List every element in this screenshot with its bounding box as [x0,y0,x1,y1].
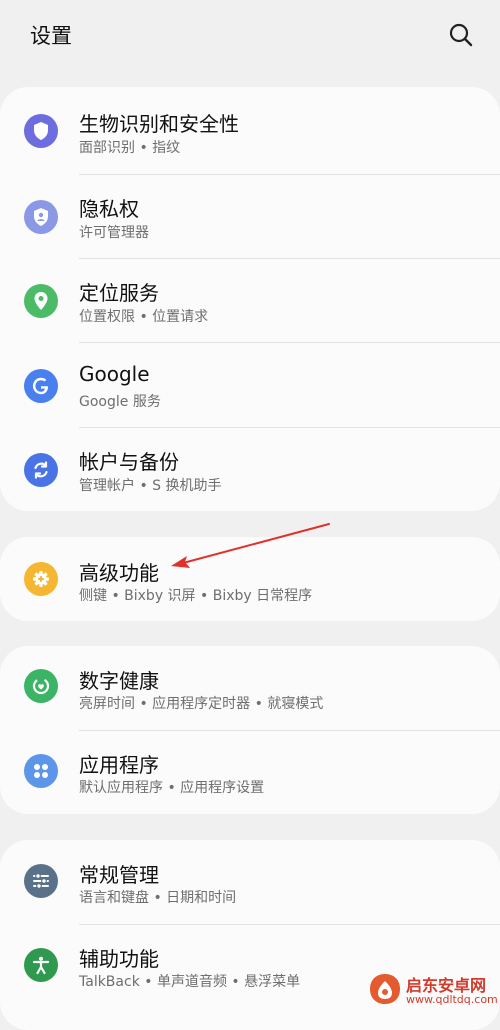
location-pin-icon [24,284,58,318]
item-subtitle: 侧键 • Bixby 识屏 • Bixby 日常程序 [79,588,313,604]
item-title: 常规管理 [79,863,159,887]
settings-item-biometrics-security[interactable]: 生物识别和安全性 面部识别 • 指纹 [0,87,500,171]
item-subtitle: 面部识别 • 指纹 [79,140,181,156]
item-subtitle: 位置权限 • 位置请求 [79,309,209,325]
settings-group-security: 生物识别和安全性 面部识别 • 指纹 隐私权 许可管理器 定位服务 位置权限 •… [0,87,500,511]
gear-plus-icon [24,562,58,596]
settings-item-location[interactable]: 定位服务 位置权限 • 位置请求 [0,258,500,342]
digital-wellbeing-icon [24,669,58,703]
settings-item-accessibility[interactable]: 辅助功能 TalkBack • 单声道音频 • 悬浮菜单 [0,924,500,1008]
settings-item-digital-wellbeing[interactable]: 数字健康 亮屏时间 • 应用程序定时器 • 就寝模式 [0,646,500,730]
item-subtitle: TalkBack • 单声道音频 • 悬浮菜单 [79,974,301,990]
settings-item-advanced-features[interactable]: 高级功能 侧键 • Bixby 识屏 • Bixby 日常程序 [0,537,500,621]
item-subtitle: 默认应用程序 • 应用程序设置 [79,780,265,796]
apps-grid-icon [24,754,58,788]
item-title: 辅助功能 [79,947,159,971]
item-title: 帐户与备份 [79,450,179,474]
item-title: 定位服务 [79,281,159,305]
settings-group-advanced: 高级功能 侧键 • Bixby 识屏 • Bixby 日常程序 [0,537,500,621]
item-title: 高级功能 [79,561,159,585]
settings-item-privacy[interactable]: 隐私权 许可管理器 [0,174,500,258]
search-button[interactable] [446,20,476,50]
sliders-icon [24,864,58,898]
privacy-shield-icon [24,200,58,234]
search-icon [449,23,473,47]
item-title: Google [79,362,150,386]
settings-item-accounts-backup[interactable]: 帐户与备份 管理帐户 • S 换机助手 [0,427,500,511]
shield-icon [24,114,58,148]
page-title: 设置 [30,24,72,48]
item-subtitle: 语言和键盘 • 日期和时间 [79,890,237,906]
accessibility-icon [24,948,58,982]
item-subtitle: Google 服务 [79,394,161,410]
settings-item-google[interactable]: Google Google 服务 [0,342,500,426]
item-title: 生物识别和安全性 [79,112,239,136]
item-subtitle: 亮屏时间 • 应用程序定时器 • 就寝模式 [79,696,324,712]
settings-group-general: 常规管理 语言和键盘 • 日期和时间 辅助功能 TalkBack • 单声道音频… [0,840,500,1030]
item-title: 隐私权 [79,197,139,221]
settings-group-wellbeing-apps: 数字健康 亮屏时间 • 应用程序定时器 • 就寝模式 应用程序 默认应用程序 •… [0,646,500,814]
settings-item-general-management[interactable]: 常规管理 语言和键盘 • 日期和时间 [0,840,500,924]
app-bar: 设置 [0,0,500,80]
sync-icon [24,453,58,487]
settings-item-apps[interactable]: 应用程序 默认应用程序 • 应用程序设置 [0,730,500,814]
item-subtitle: 管理帐户 • S 换机助手 [79,478,222,494]
google-icon [24,369,58,403]
item-subtitle: 许可管理器 [79,225,149,241]
item-title: 数字健康 [79,669,159,693]
item-title: 应用程序 [79,753,159,777]
